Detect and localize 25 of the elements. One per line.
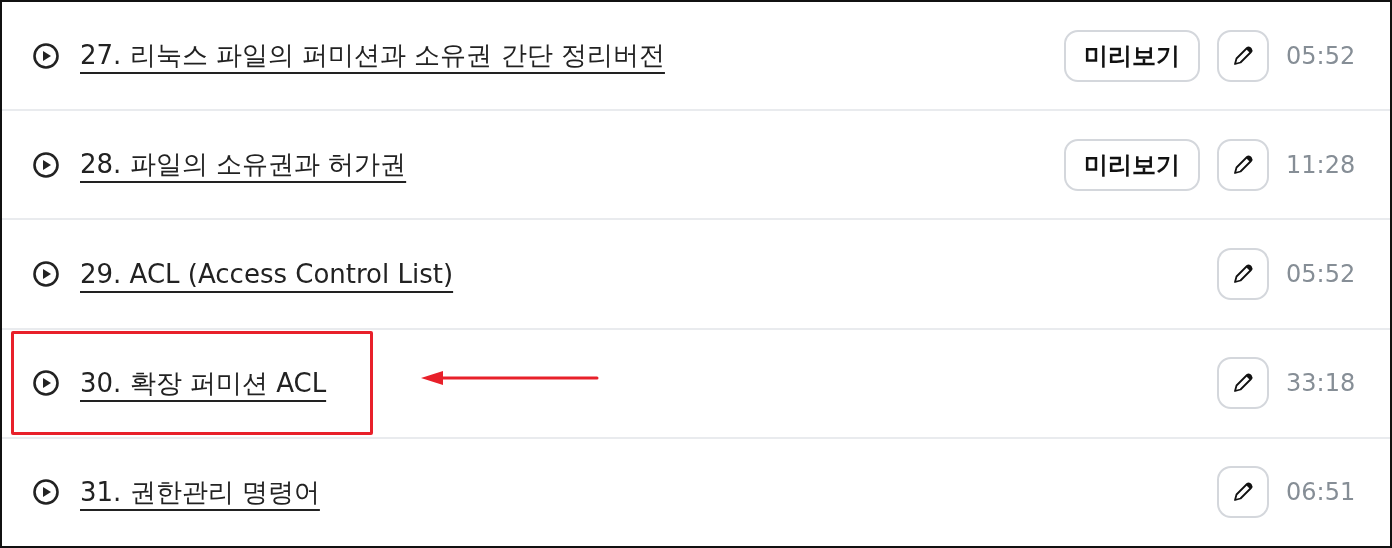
play-icon[interactable] — [32, 478, 60, 507]
edit-button[interactable] — [1217, 138, 1269, 191]
lesson-link[interactable]: 28. 파일의 소유권과 허가권 — [80, 147, 407, 183]
play-icon[interactable] — [32, 369, 60, 398]
duration: 05:52 — [1286, 260, 1357, 288]
duration: 05:52 — [1286, 41, 1357, 70]
lesson-link[interactable]: 29. ACL (Access Control List) — [80, 259, 454, 289]
preview-button[interactable]: 미리보기 — [1064, 29, 1200, 82]
duration: 11:28 — [1286, 150, 1357, 179]
play-icon[interactable] — [32, 150, 60, 179]
lesson-link[interactable]: 30. 확장 퍼미션 ACL — [80, 365, 327, 401]
duration: 33:18 — [1286, 369, 1357, 398]
pencil-icon — [1231, 262, 1255, 286]
pencil-icon — [1231, 43, 1255, 68]
duration: 06:51 — [1286, 478, 1357, 507]
play-icon[interactable] — [32, 41, 60, 70]
edit-button[interactable] — [1217, 466, 1269, 519]
lesson-link[interactable]: 31. 권한관리 명령어 — [80, 474, 320, 510]
edit-button[interactable] — [1217, 29, 1269, 82]
lesson-link[interactable]: 27. 리눅스 파일의 퍼미션과 소유권 간단 정리버전 — [80, 38, 665, 74]
edit-button[interactable] — [1217, 248, 1269, 300]
play-icon[interactable] — [32, 260, 60, 288]
preview-button[interactable]: 미리보기 — [1064, 138, 1200, 191]
pencil-icon — [1231, 152, 1255, 177]
edit-button[interactable] — [1217, 357, 1269, 410]
